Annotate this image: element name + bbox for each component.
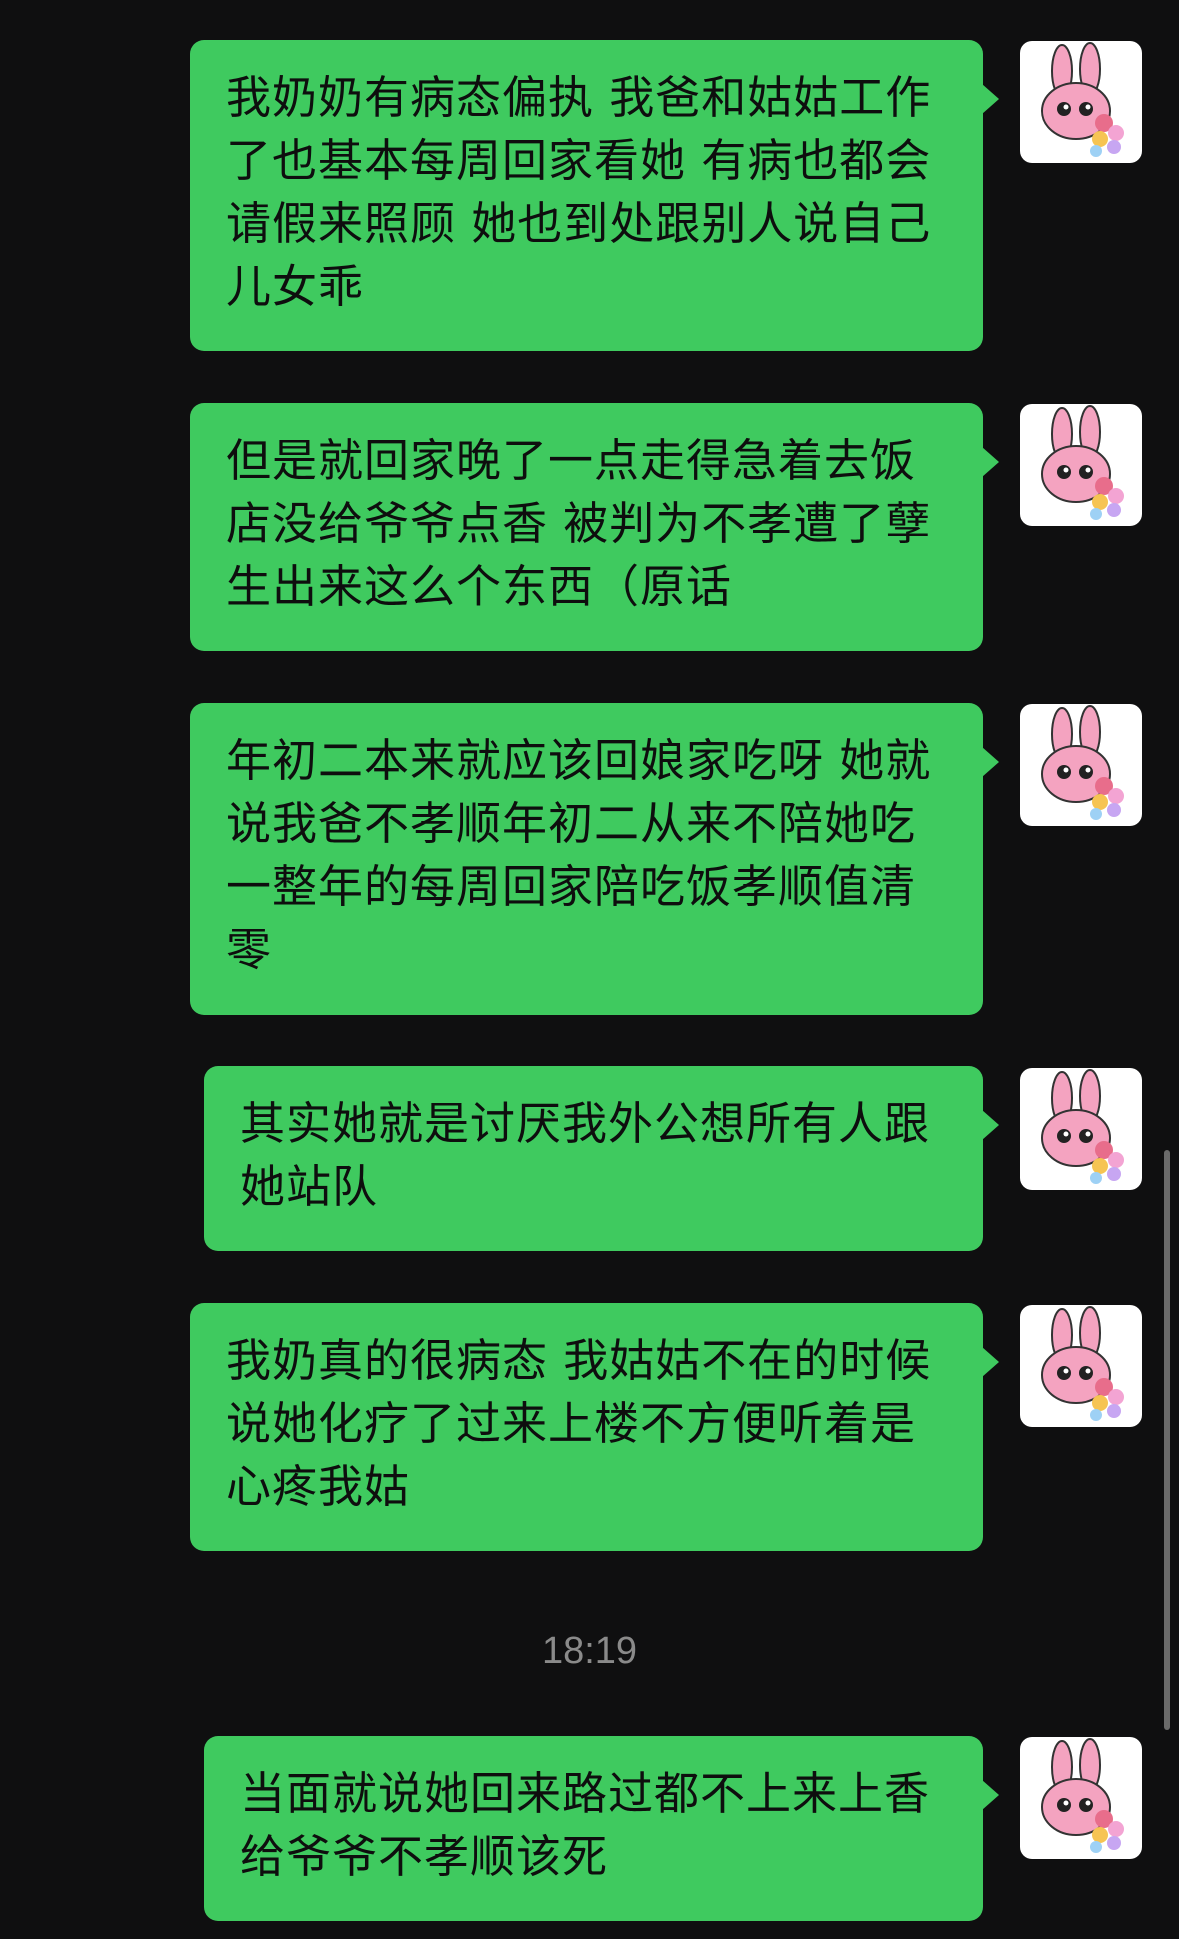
message-bubble[interactable]: 年初二本来就应该回娘家吃呀 她就说我爸不孝顺年初二从来不陪她吃 一整年的每周回家… bbox=[190, 703, 999, 1015]
message-bubble[interactable]: 当面就说她回来路过都不上来上香给爷爷不孝顺该死 bbox=[204, 1736, 999, 1921]
pink-bunny-avatar-icon bbox=[1041, 1738, 1124, 1853]
message-text: 其实她就是讨厌我外公想所有人跟她站队 bbox=[240, 1097, 931, 1213]
pink-bunny-avatar-icon bbox=[1041, 705, 1124, 820]
pink-bunny-avatar-icon bbox=[1041, 42, 1124, 157]
pink-bunny-avatar-icon bbox=[1041, 1069, 1124, 1184]
pink-bunny-avatar-icon bbox=[1041, 1306, 1124, 1421]
avatar[interactable] bbox=[1020, 1068, 1142, 1190]
scrollbar[interactable] bbox=[1164, 1150, 1170, 1730]
avatar[interactable] bbox=[1020, 704, 1142, 826]
message-text: 年初二本来就应该回娘家吃呀 她就说我爸不孝顺年初二从来不陪她吃 一整年的每周回家… bbox=[226, 734, 932, 976]
message-bubble[interactable]: 其实她就是讨厌我外公想所有人跟她站队 bbox=[204, 1066, 999, 1251]
message-text: 当面就说她回来路过都不上来上香给爷爷不孝顺该死 bbox=[240, 1767, 931, 1883]
message-text: 我奶奶有病态偏执 我爸和姑姑工作了也基本每周回家看她 有病也都会请假来照顾 她也… bbox=[226, 71, 932, 313]
avatar[interactable] bbox=[1020, 1305, 1142, 1427]
timestamp: 18:19 bbox=[541, 1630, 638, 1672]
avatar[interactable] bbox=[1020, 41, 1142, 163]
avatar[interactable] bbox=[1020, 1737, 1142, 1859]
pink-bunny-avatar-icon bbox=[1041, 405, 1124, 520]
message-bubble[interactable]: 但是就回家晚了一点走得急着去饭店没给爷爷点香 被判为不孝遭了孽生出来这么个东西（… bbox=[190, 403, 999, 651]
message-bubble[interactable]: 我奶真的很病态 我姑姑不在的时候说她化疗了过来上楼不方便听着是心疼我姑 bbox=[190, 1303, 999, 1551]
message-text: 但是就回家晚了一点走得急着去饭店没给爷爷点香 被判为不孝遭了孽生出来这么个东西（… bbox=[226, 434, 932, 613]
message-bubble[interactable]: 我奶奶有病态偏执 我爸和姑姑工作了也基本每周回家看她 有病也都会请假来照顾 她也… bbox=[190, 40, 999, 351]
message-text: 我奶真的很病态 我姑姑不在的时候说她化疗了过来上楼不方便听着是心疼我姑 bbox=[226, 1334, 932, 1513]
avatar[interactable] bbox=[1020, 404, 1142, 526]
